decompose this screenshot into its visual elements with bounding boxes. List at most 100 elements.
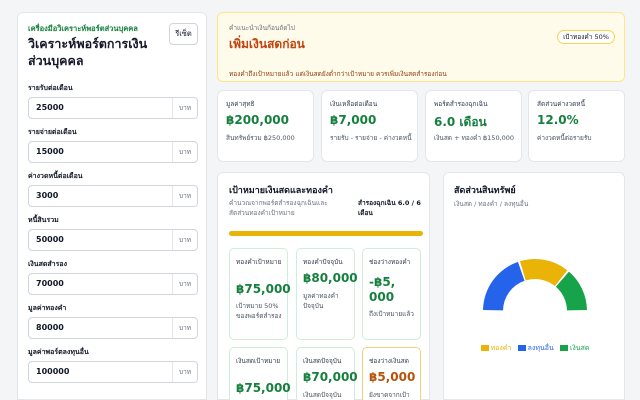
expense-input[interactable]: 15000 บาท — [28, 141, 198, 163]
other-invest-unit: บาท — [172, 362, 197, 382]
metric-sub: เงินสด + ทองคำ ฿150,000 — [434, 134, 515, 142]
gold-target-badge: เป้าทองคำ 50% — [557, 30, 615, 44]
legend-swatch — [480, 345, 489, 351]
input-panel: เครื่องมือวิเคราะห์พอร์ตส่วนบุคคล วิเครา… — [17, 12, 207, 400]
cash-current-tile: เงินสดปัจจุบัน ฿70,000 เงินสดปัจจุบัน — [296, 347, 358, 400]
cash-reserve-unit: บาท — [172, 274, 197, 294]
tile-value: ฿80,000 — [303, 271, 358, 285]
income-field-group: รายรับต่อเดือน 25000 บาท — [28, 83, 198, 119]
tile-value: ฿5,000 — [369, 370, 416, 384]
emergency-fund-card: พอร์ตสำรองฉุกเฉิน 6.0 เดือน เงินสด + ทอง… — [425, 90, 522, 162]
recommendation-kicker: คำแนะนำเงินก้อนถัดไป — [229, 24, 295, 32]
cash-reserve-label: เงินสดสำรอง — [28, 260, 67, 268]
allocation-subtitle: เงินสด / ทองคำ / ลงทุนอื่น — [454, 200, 529, 208]
metric-sub: ค่างวดหนี้ต่อรายรับ — [537, 134, 592, 142]
income-unit: บาท — [172, 98, 197, 118]
tile-label: เงินสดปัจจุบัน — [303, 357, 342, 365]
other-invest-field-group: มูลค่าพอร์ตลงทุนอื่น 100000 บาท — [28, 347, 198, 383]
panel-kicker: เครื่องมือวิเคราะห์พอร์ตส่วนบุคคล — [28, 24, 138, 33]
recommendation-banner: คำแนะนำเงินก้อนถัดไป เพิ่มเงินสดก่อน ทอง… — [217, 12, 625, 82]
tile-label: ช่องว่างทองคำ — [369, 258, 411, 266]
cash-reserve-input[interactable]: 70000 บาท — [28, 273, 198, 295]
legend-item-cash: เงินสด — [560, 343, 589, 354]
cash-gap-tile: ช่องว่างเงินสด ฿5,000 ยังขาดจากเป้า — [362, 347, 421, 400]
metric-sub: สินทรัพย์รวม ฿250,000 — [226, 134, 295, 142]
net-worth-card: มูลค่าสุทธิ ฿200,000 สินทรัพย์รวม ฿250,0… — [217, 90, 314, 162]
metric-label: สัดส่วนค่างวดหนี้ — [537, 100, 586, 108]
legend-swatch — [560, 345, 568, 351]
legend-swatch — [517, 345, 526, 351]
other-invest-input[interactable]: 100000 บาท — [28, 361, 198, 383]
legend-item-gold: ทองคำ — [480, 343, 512, 354]
metric-label: พอร์ตสำรองฉุกเฉิน — [434, 100, 488, 108]
goals-panel: เป้าหมายเงินสดและทองคำ คำนวณจากพอร์ตสำรอ… — [217, 172, 430, 400]
gold-value-input[interactable]: 80000 บาท — [28, 317, 198, 339]
income-value: 25000 — [36, 103, 64, 112]
metric-value: ฿7,000 — [330, 113, 377, 127]
metric-value: ฿200,000 — [226, 113, 290, 127]
page-title: วิเคราะห์พอร์ตการเงินส่วนบุคคล — [28, 36, 148, 68]
reset-button[interactable]: รีเซ็ต — [169, 23, 198, 45]
allocation-donut-chart — [483, 259, 587, 311]
allocation-title: สัดส่วนสินทรัพย์ — [454, 186, 516, 196]
tile-value: ฿75,000 — [236, 282, 291, 296]
gold-value-unit: บาท — [172, 318, 197, 338]
debt-payment-value: 3000 — [36, 191, 59, 200]
total-debt-label: หนี้สินรวม — [28, 216, 59, 224]
metric-label: มูลค่าสุทธิ — [226, 100, 255, 108]
total-debt-unit: บาท — [172, 230, 197, 250]
allocation-legend: ทองคำ ลงทุนอื่น เงินสด — [444, 343, 626, 354]
tile-label: เงินสดเป้าหมาย — [236, 357, 281, 365]
tile-sub: เงินสดปัจจุบัน — [303, 391, 342, 399]
tile-label: ช่องว่างเงินสด — [369, 357, 409, 365]
gold-target-tile: ทองคำเป้าหมาย ฿75,000 เป้าหมาย 50% ของพอ… — [229, 248, 291, 340]
tile-sub: เป้าหมาย 50% ของพอร์ตสำรอง — [236, 302, 282, 320]
expense-unit: บาท — [172, 142, 197, 162]
income-input[interactable]: 25000 บาท — [28, 97, 198, 119]
tile-sub: มูลค่าทองคำปัจจุบัน — [303, 292, 339, 310]
allocation-panel: สัดส่วนสินทรัพย์ เงินสด / ทองคำ / ลงทุนอ… — [443, 172, 625, 400]
cash-reserve-value: 70000 — [36, 279, 64, 288]
other-invest-value: 100000 — [36, 367, 70, 376]
expense-field-group: รายจ่ายต่อเดือน 15000 บาท — [28, 127, 198, 163]
expense-value: 15000 — [36, 147, 64, 156]
slice-invest — [483, 261, 525, 311]
monthly-surplus-card: เงินเหลือต่อเดือน ฿7,000 รายรับ - รายจ่า… — [321, 90, 418, 162]
metric-value: 12.0% — [537, 113, 579, 127]
total-debt-value: 50000 — [36, 235, 64, 244]
gold-value-label: มูลค่าทองคำ — [28, 304, 67, 312]
tile-label: ทองคำปัจจุบัน — [303, 258, 343, 266]
metric-value: 6.0 เดือน — [434, 115, 487, 129]
total-debt-field-group: หนี้สินรวม 50000 บาท — [28, 215, 198, 251]
total-debt-input[interactable]: 50000 บาท — [28, 229, 198, 251]
tile-sub: ถึงเป้าหมายแล้ว — [369, 310, 414, 318]
tile-value: -฿5,000 — [369, 275, 396, 304]
tile-value: ฿70,000 — [303, 370, 358, 384]
goals-subtitle: คำนวณจากพอร์ตสำรองฉุกเฉินและสัดส่วนทองคำ… — [229, 199, 328, 217]
gold-current-tile: ทองคำปัจจุบัน ฿80,000 มูลค่าทองคำปัจจุบั… — [296, 248, 358, 340]
expense-label: รายจ่ายต่อเดือน — [28, 128, 77, 136]
tile-sub: ยังขาดจากเป้า — [369, 391, 410, 399]
legend-label: เงินสด — [570, 344, 590, 352]
gold-gap-tile: ช่องว่างทองคำ -฿5,000 ถึงเป้าหมายแล้ว — [362, 248, 421, 340]
legend-item-invest: ลงทุนอื่น — [517, 343, 554, 354]
metric-label: เงินเหลือต่อเดือน — [330, 100, 378, 108]
emergency-progress-bar — [229, 231, 423, 236]
emergency-months-summary: สำรองฉุกเฉิน 6.0 / 6 เดือน — [358, 199, 421, 217]
recommendation-description: ทองคำถึงเป้าหมายแล้ว แต่เงินสดยังต่ำกว่า… — [229, 70, 447, 78]
other-invest-label: มูลค่าพอร์ตลงทุนอื่น — [28, 348, 89, 356]
debt-payment-field-group: ค่างวดหนี้ต่อเดือน 3000 บาท — [28, 171, 198, 207]
goals-title: เป้าหมายเงินสดและทองคำ — [229, 186, 333, 196]
debt-ratio-card: สัดส่วนค่างวดหนี้ 12.0% ค่างวดหนี้ต่อราย… — [528, 90, 625, 162]
debt-payment-input[interactable]: 3000 บาท — [28, 185, 198, 207]
debt-payment-unit: บาท — [172, 186, 197, 206]
tile-label: ทองคำเป้าหมาย — [236, 258, 282, 266]
cash-target-tile: เงินสดเป้าหมาย ฿75,000 — [229, 347, 291, 400]
legend-label: ลงทุนอื่น — [527, 344, 554, 352]
tile-value: ฿75,000 — [236, 381, 291, 395]
metric-sub: รายรับ - รายจ่าย - ค่างวดหนี้ — [330, 134, 412, 142]
income-label: รายรับต่อเดือน — [28, 84, 73, 92]
debt-payment-label: ค่างวดหนี้ต่อเดือน — [28, 172, 83, 180]
legend-label: ทองคำ — [490, 344, 512, 352]
gold-value-field-group: มูลค่าทองคำ 80000 บาท — [28, 303, 198, 339]
